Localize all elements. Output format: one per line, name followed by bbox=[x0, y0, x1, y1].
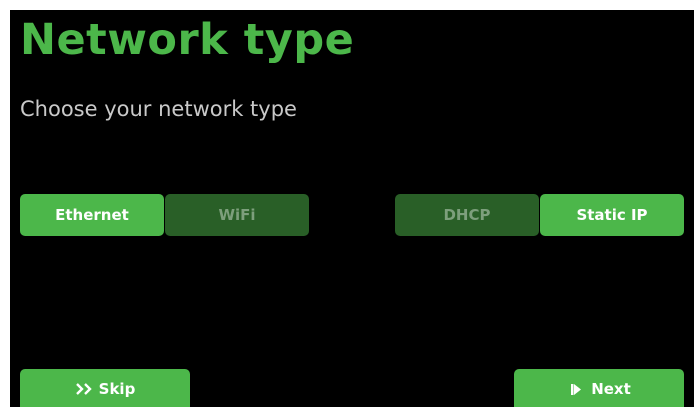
skip-button[interactable]: Skip bbox=[20, 369, 190, 407]
static-ip-button[interactable]: Static IP bbox=[540, 194, 684, 236]
ethernet-button[interactable]: Ethernet bbox=[20, 194, 164, 236]
skip-label: Skip bbox=[98, 380, 136, 398]
page-subtitle: Choose your network type bbox=[20, 97, 297, 121]
next-label: Next bbox=[591, 380, 631, 398]
fast-forward-icon bbox=[75, 382, 93, 396]
setup-screen: Network type Choose your network type Et… bbox=[10, 10, 694, 407]
wifi-button[interactable]: WiFi bbox=[165, 194, 309, 236]
skip-next-icon bbox=[567, 382, 585, 396]
page-title: Network type bbox=[20, 15, 355, 65]
dhcp-button[interactable]: DHCP bbox=[395, 194, 539, 236]
next-button[interactable]: Next bbox=[514, 369, 684, 407]
